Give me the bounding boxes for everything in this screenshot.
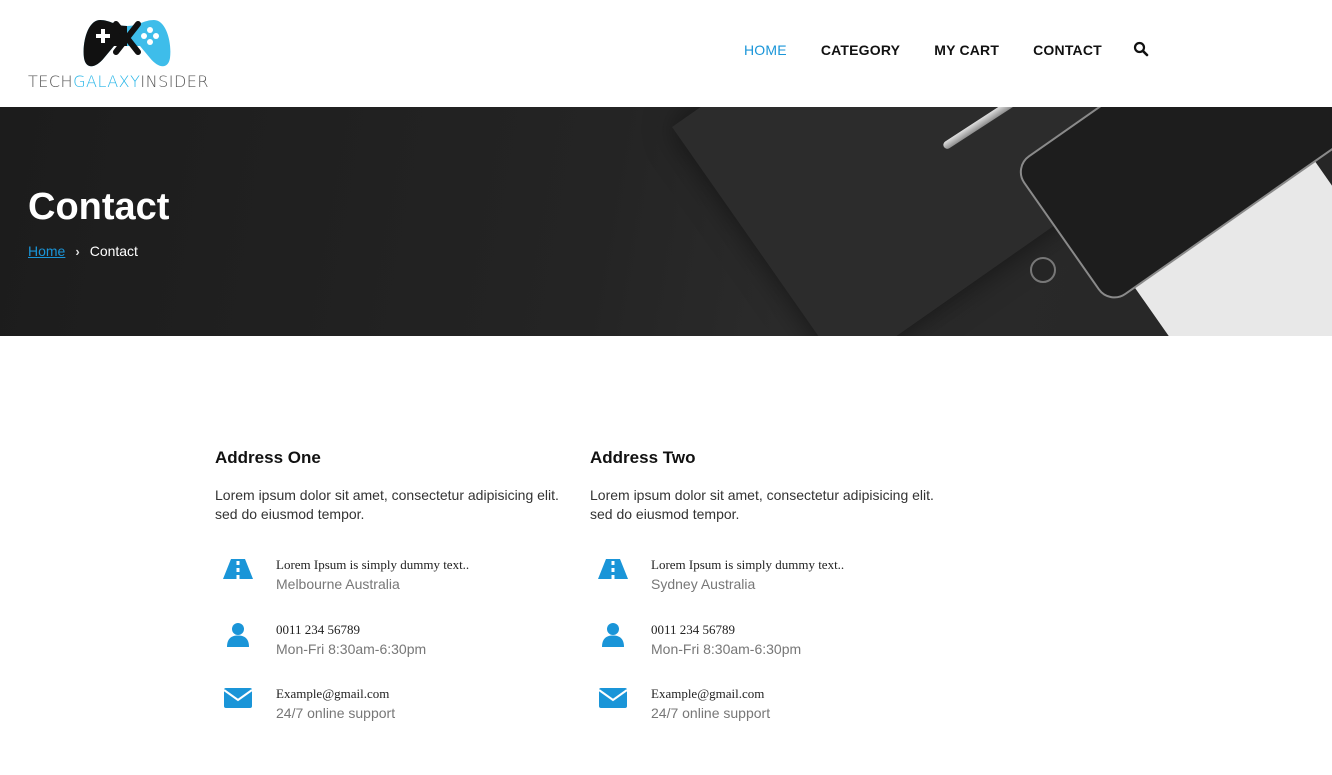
envelope-icon bbox=[598, 686, 628, 716]
address-description: Lorem ipsum dolor sit amet, consectetur … bbox=[590, 487, 934, 522]
user-icon bbox=[223, 622, 253, 652]
address-phone-item: 0011 234 56789 Mon-Fri 8:30am-6:30pm bbox=[590, 622, 950, 662]
nav-category-link[interactable]: CATEGORY bbox=[821, 42, 900, 58]
nav-my-cart-link[interactable]: MY CART bbox=[934, 42, 999, 58]
main-nav: HOME CATEGORY MY CART CONTACT bbox=[744, 41, 1149, 58]
breadcrumb-current: Contact bbox=[89, 243, 138, 259]
support-hours: 24/7 online support bbox=[276, 705, 396, 721]
breadcrumb: Home › Contact bbox=[28, 243, 138, 259]
logo-wordmark: TECHGALAXYINSIDER bbox=[28, 72, 209, 91]
page-title: Contact bbox=[28, 186, 170, 228]
breadcrumb-separator-icon: › bbox=[75, 243, 80, 259]
address-city: Melbourne Australia bbox=[276, 576, 400, 592]
address-email-item: Example@gmail.com 24/7 online support bbox=[215, 686, 575, 726]
gamepad-logo-icon bbox=[83, 20, 171, 67]
envelope-icon bbox=[223, 686, 253, 716]
address-location-item: Lorem Ipsum is simply dummy text.. Sydne… bbox=[590, 557, 950, 597]
address-one-section: Address One Lorem ipsum dolor sit amet, … bbox=[215, 448, 575, 721]
address-line: Lorem Ipsum is simply dummy text.. bbox=[651, 557, 845, 572]
address-heading: Address Two bbox=[590, 448, 696, 467]
address-two-section: Address Two Lorem ipsum dolor sit amet, … bbox=[590, 448, 950, 721]
office-hours: Mon-Fri 8:30am-6:30pm bbox=[276, 641, 427, 657]
site-header: TECHGALAXYINSIDER HOME CATEGORY MY CART … bbox=[0, 0, 1332, 107]
email-address: Example@gmail.com bbox=[651, 686, 765, 701]
nav-contact-link[interactable]: CONTACT bbox=[1033, 42, 1102, 58]
email-address: Example@gmail.com bbox=[276, 686, 390, 701]
site-logo[interactable]: TECHGALAXYINSIDER bbox=[26, 12, 226, 92]
road-icon bbox=[223, 557, 253, 587]
search-icon[interactable] bbox=[1133, 41, 1149, 57]
logo-text-tech: TECH bbox=[28, 72, 74, 91]
road-icon bbox=[598, 557, 628, 587]
breadcrumb-home-link[interactable]: Home bbox=[28, 243, 65, 259]
office-hours: Mon-Fri 8:30am-6:30pm bbox=[651, 641, 802, 657]
phone-number: 0011 234 56789 bbox=[276, 622, 361, 637]
address-heading: Address One bbox=[215, 448, 321, 467]
address-email-item: Example@gmail.com 24/7 online support bbox=[590, 686, 950, 726]
logo-text-insider: INSIDER bbox=[140, 72, 210, 91]
logo-text-galaxy: GALAXY bbox=[73, 72, 141, 91]
page-hero-banner: Contact Home › Contact bbox=[0, 107, 1332, 336]
nav-home-link[interactable]: HOME bbox=[744, 42, 787, 58]
address-city: Sydney Australia bbox=[651, 576, 756, 592]
address-phone-item: 0011 234 56789 Mon-Fri 8:30am-6:30pm bbox=[215, 622, 575, 662]
support-hours: 24/7 online support bbox=[651, 705, 771, 721]
user-icon bbox=[598, 622, 628, 652]
address-description: Lorem ipsum dolor sit amet, consectetur … bbox=[215, 487, 559, 522]
hero-background-phone-button bbox=[1030, 257, 1056, 283]
address-location-item: Lorem Ipsum is simply dummy text.. Melbo… bbox=[215, 557, 575, 597]
address-line: Lorem Ipsum is simply dummy text.. bbox=[276, 557, 470, 572]
phone-number: 0011 234 56789 bbox=[651, 622, 736, 637]
